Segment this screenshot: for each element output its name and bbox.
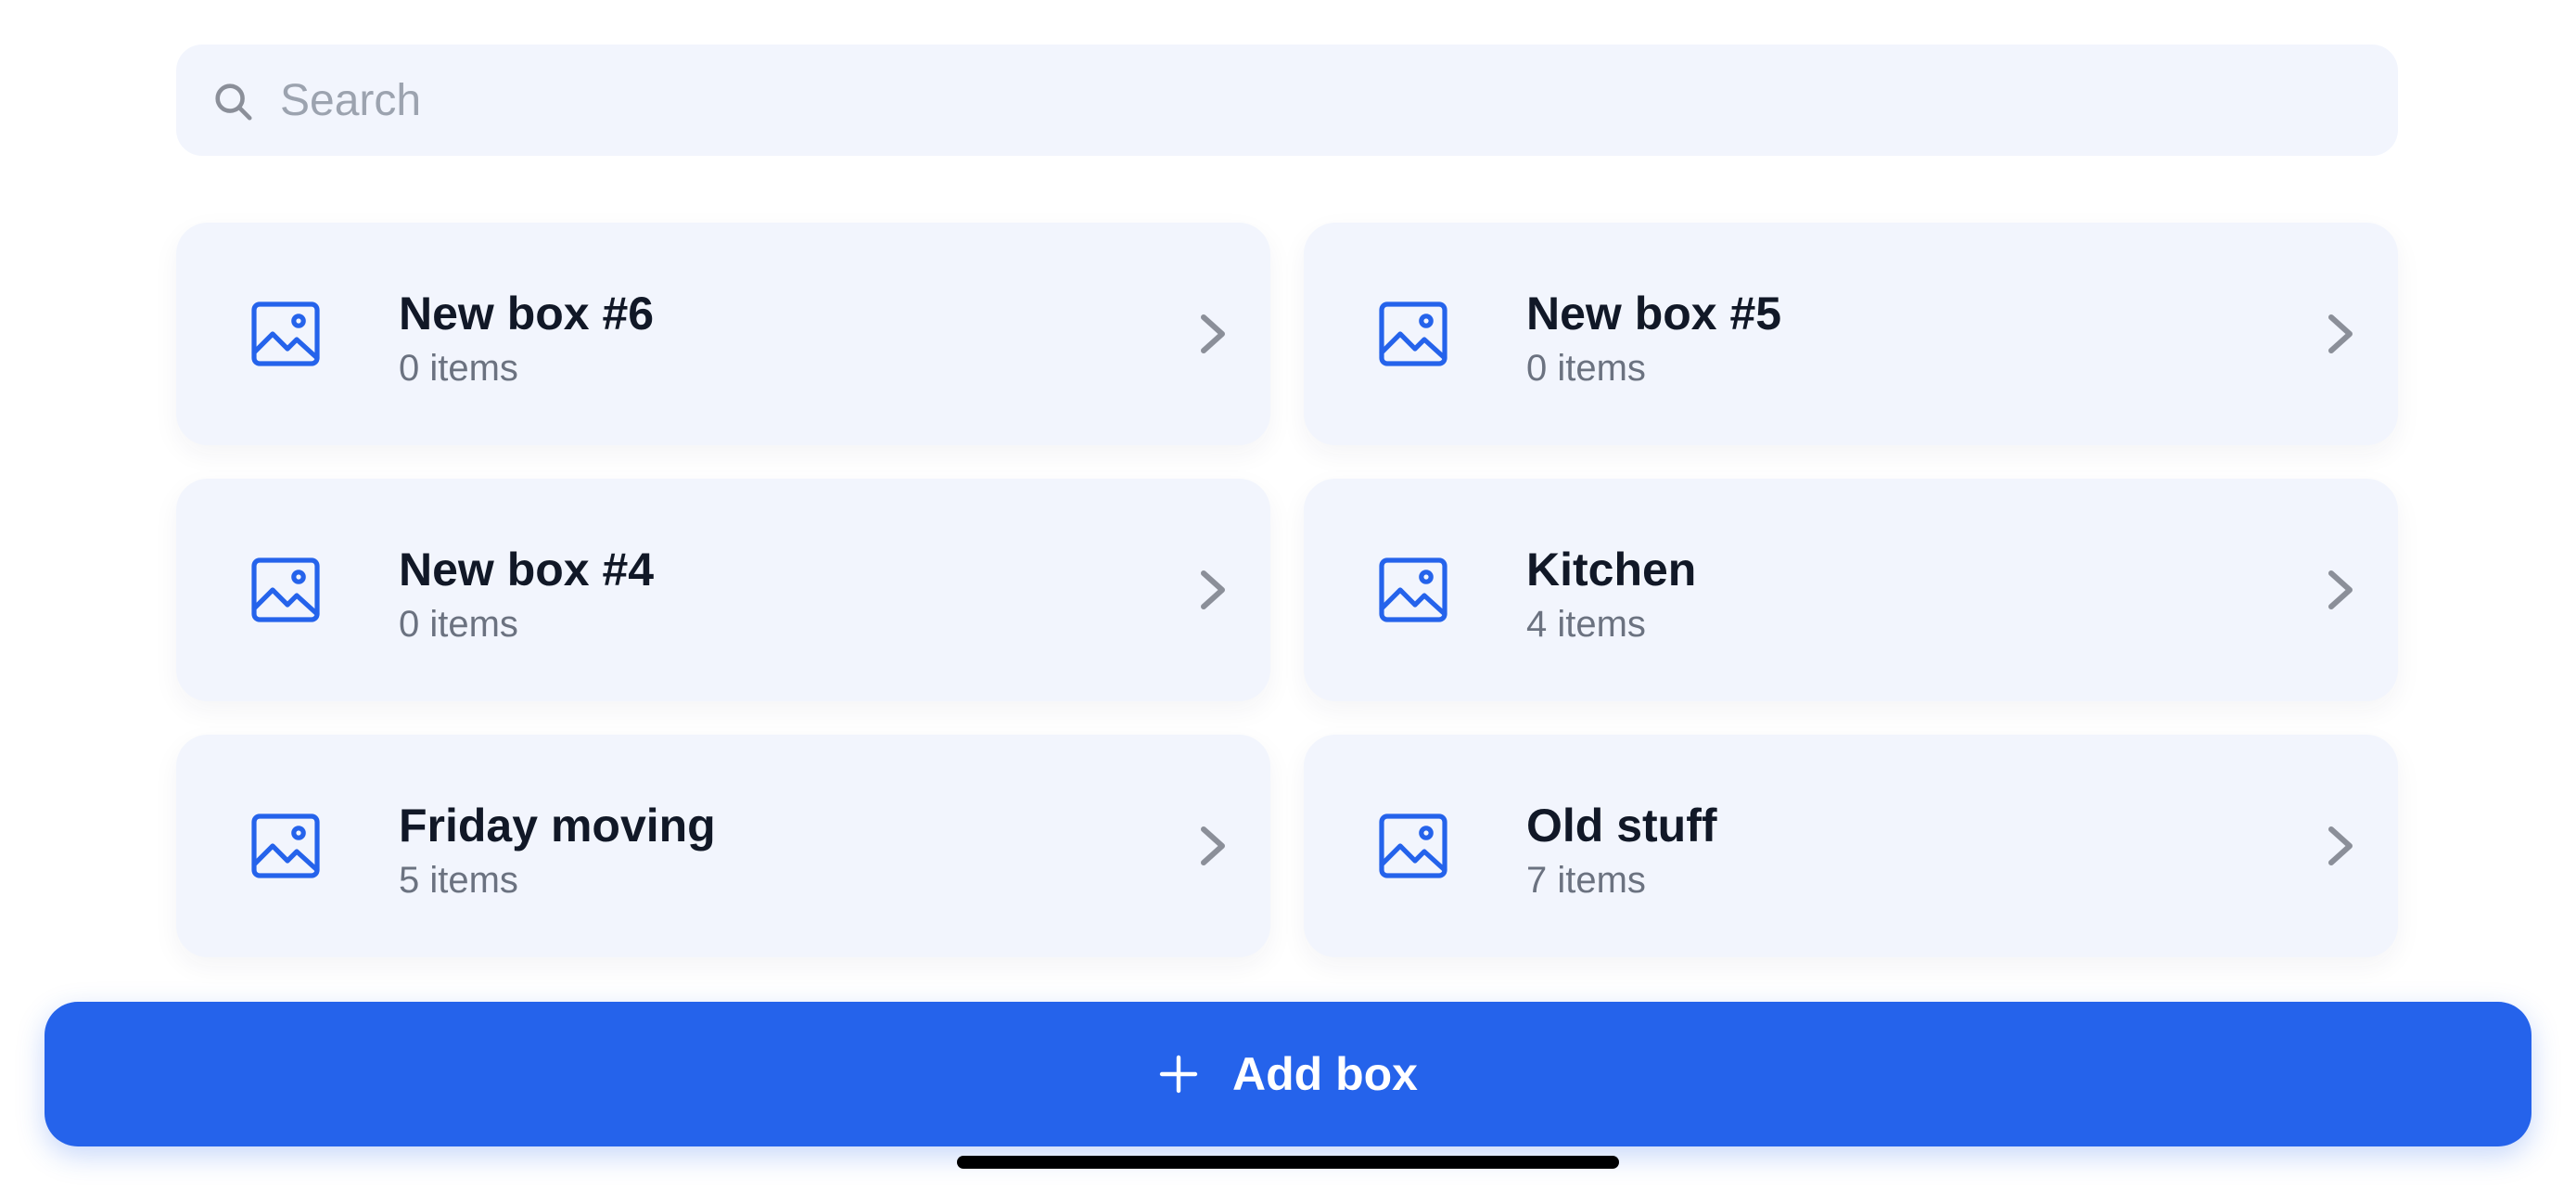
box-title: New box #4 [399, 544, 655, 596]
box-card[interactable]: Friday moving 5 items [176, 735, 1270, 957]
chevron-right-icon [1201, 826, 1225, 865]
box-title: Kitchen [1526, 544, 1697, 596]
add-box-button[interactable]: Add box [45, 1002, 2531, 1146]
box-item-count: 4 items [1526, 604, 1646, 645]
box-title: New box #5 [1526, 288, 1782, 339]
box-item-count: 7 items [1526, 860, 1646, 901]
chevron-right-icon [1201, 314, 1225, 353]
box-item-count: 0 items [1526, 348, 1646, 389]
plus-icon [1159, 1055, 1198, 1094]
image-icon [251, 813, 320, 878]
box-item-count: 0 items [399, 604, 518, 645]
box-title: Friday moving [399, 800, 716, 852]
search-bar[interactable] [176, 45, 2398, 156]
search-icon [215, 83, 252, 121]
box-card[interactable]: New box #5 0 items [1304, 223, 2398, 445]
image-icon [1379, 557, 1447, 622]
chevron-right-icon [2328, 826, 2353, 865]
home-indicator [957, 1156, 1619, 1169]
search-input[interactable] [280, 45, 2357, 156]
image-icon [1379, 813, 1447, 878]
add-box-label: Add box [1232, 1048, 1418, 1100]
box-item-count: 0 items [399, 348, 518, 389]
image-icon [251, 301, 320, 366]
box-title: Old stuff [1526, 800, 1717, 852]
chevron-right-icon [2328, 314, 2353, 353]
box-card[interactable]: New box #6 0 items [176, 223, 1270, 445]
box-grid: New box #6 0 items New box #5 0 items Ne… [176, 223, 2398, 957]
box-item-count: 5 items [399, 860, 518, 901]
box-card[interactable]: New box #4 0 items [176, 479, 1270, 701]
box-title: New box #6 [399, 288, 655, 339]
box-card[interactable]: Old stuff 7 items [1304, 735, 2398, 957]
image-icon [1379, 301, 1447, 366]
image-icon [251, 557, 320, 622]
chevron-right-icon [1201, 570, 1225, 609]
chevron-right-icon [2328, 570, 2353, 609]
box-card[interactable]: Kitchen 4 items [1304, 479, 2398, 701]
